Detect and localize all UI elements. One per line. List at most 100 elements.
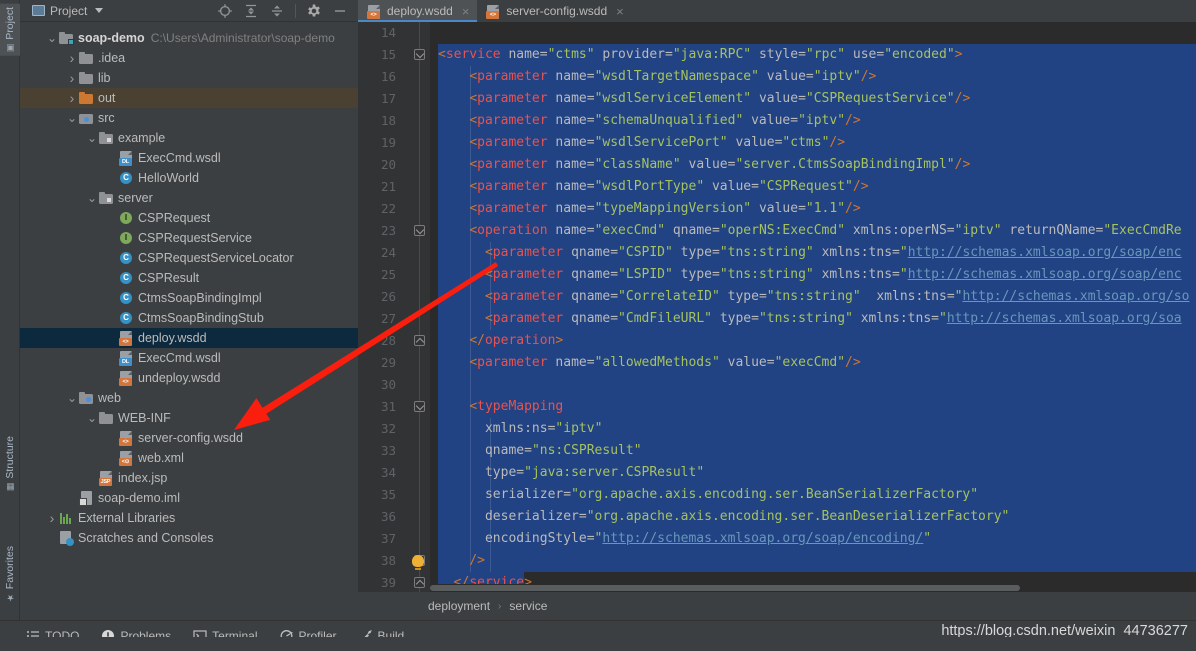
close-icon[interactable]: × — [462, 5, 470, 18]
package-dot — [107, 198, 111, 202]
tree-item-helloworld[interactable]: CHelloWorld — [20, 168, 358, 188]
tree-item-ctmssoapbindingimpl[interactable]: CCtmsSoapBindingImpl — [20, 288, 358, 308]
tree-item-web-xml[interactable]: <⊙web.xml — [20, 448, 358, 468]
scratches-icon — [58, 530, 74, 546]
tree-item-soap-demo[interactable]: ⌄soap-demoC:\Users\Administrator\soap-de… — [20, 28, 358, 48]
chevron-down-icon[interactable]: ⌄ — [86, 414, 98, 422]
class-icon: C — [118, 250, 134, 266]
tree-item-out[interactable]: › out — [20, 88, 358, 108]
editor-tab-deploy-wsdd[interactable]: <>deploy.wsdd× — [358, 0, 477, 22]
code-content[interactable]: <service name="ctms" provider="java:RPC"… — [430, 22, 1196, 592]
line-number: 25 — [362, 267, 396, 282]
tree-item-server-config-wsdd[interactable]: <>server-config.wsdd — [20, 428, 358, 448]
scrollbar-thumb[interactable] — [430, 585, 1020, 591]
code-line: <typeMapping — [438, 396, 563, 418]
tree-item-deploy-wsdd[interactable]: <>deploy.wsdd — [20, 328, 358, 348]
toolbar-divider — [295, 4, 296, 18]
folder-icon — [98, 410, 114, 426]
tree-item-execcmd-wsdl[interactable]: DLExecCmd.wsdl — [20, 348, 358, 368]
project-tool-window: Project — [20, 0, 358, 620]
tree-item-csprequestservice[interactable]: ICSPRequestService — [20, 228, 358, 248]
tree-item-web[interactable]: ⌄web — [20, 388, 358, 408]
editor-area: <>deploy.wsdd×<>server-config.wsdd× 1415… — [358, 0, 1196, 620]
breadcrumb[interactable]: deployment›service — [358, 592, 1196, 620]
line-number: 39 — [362, 575, 396, 590]
chevron-down-icon[interactable]: ⌄ — [86, 194, 98, 202]
editor-tab-label: server-config.wsdd — [506, 4, 607, 18]
fold-toggle-dn[interactable] — [414, 401, 425, 412]
tree-item-index-jsp[interactable]: JSPindex.jsp — [20, 468, 358, 488]
tree-item-idea[interactable]: ›.idea — [20, 48, 358, 68]
editor-tab-server-config-wsdd[interactable]: <>server-config.wsdd× — [477, 0, 631, 22]
sidebar-tab-structure[interactable]: ▦ Structure — [0, 433, 20, 495]
code-line: <service name="ctms" provider="java:RPC"… — [438, 44, 962, 66]
tree-item-csprequestservicelocator[interactable]: CCSPRequestServiceLocator — [20, 248, 358, 268]
sidebar-tab-favorites[interactable]: ★ Favorites — [0, 543, 20, 605]
line-number: 31 — [362, 399, 396, 414]
fold-toggle-up[interactable] — [414, 577, 425, 588]
gear-icon[interactable] — [306, 3, 322, 19]
chevron-right-icon[interactable]: › — [46, 510, 58, 526]
tree-item-lib[interactable]: ›lib — [20, 68, 358, 88]
expand-all-icon[interactable] — [243, 3, 259, 19]
tree-item-server[interactable]: ⌄server — [20, 188, 358, 208]
code-line: deserializer="org.apache.axis.encoding.s… — [438, 506, 1009, 528]
chevron-down-icon[interactable]: ⌄ — [46, 34, 58, 42]
project-icon: ▣ — [6, 43, 15, 53]
project-panel-title[interactable]: Project — [24, 4, 103, 18]
chevron-down-icon[interactable]: ⌄ — [66, 394, 78, 402]
tree-item-web-inf[interactable]: ⌄WEB-INF — [20, 408, 358, 428]
chevron-right-icon[interactable]: › — [66, 50, 78, 66]
class-icon: C — [120, 172, 132, 184]
tree-item-label: out — [98, 91, 115, 105]
project-toolbar: Project — [20, 0, 358, 22]
collapse-all-icon[interactable] — [269, 3, 285, 19]
module-badge — [68, 39, 74, 45]
locate-icon[interactable] — [217, 3, 233, 19]
tree-item-example[interactable]: ⌄example — [20, 128, 358, 148]
line-number: 37 — [362, 531, 396, 546]
line-number: 34 — [362, 465, 396, 480]
tree-item-external-libraries[interactable]: ›External Libraries — [20, 508, 358, 528]
external-libraries-icon — [60, 513, 72, 524]
close-icon[interactable]: × — [616, 5, 624, 18]
line-number: 23 — [362, 223, 396, 238]
tree-item-src[interactable]: ⌄src — [20, 108, 358, 128]
chevron-down-icon[interactable]: ⌄ — [86, 134, 98, 142]
tree-item-label: soap-demo.iml — [98, 491, 180, 505]
left-tool-strip: ▣ Project ▦ Structure ★ Favorites — [0, 0, 20, 625]
intention-bulb-icon[interactable] — [412, 555, 424, 567]
chevron-right-icon[interactable]: › — [66, 70, 78, 86]
interface-icon: I — [118, 210, 134, 226]
wsdd-file-icon: <> — [366, 4, 381, 19]
line-number: 20 — [362, 157, 396, 172]
fold-toggle-dn[interactable] — [414, 49, 425, 60]
wsdd-file-icon: <> — [118, 430, 134, 446]
sidebar-tab-project[interactable]: ▣ Project — [0, 4, 20, 56]
tree-item-soap-demo-iml[interactable]: soap-demo.iml — [20, 488, 358, 508]
chevron-right-icon[interactable]: › — [66, 90, 78, 106]
xml-tag: <⊙ — [119, 458, 132, 466]
line-number: 21 — [362, 179, 396, 194]
tree-item-label: ExecCmd.wsdl — [138, 151, 221, 165]
tree-item-cspresult[interactable]: CCSPResult — [20, 268, 358, 288]
code-line: <parameter name="typeMappingVersion" val… — [438, 198, 861, 220]
tree-item-scratches-and-consoles[interactable]: Scratches and Consoles — [20, 528, 358, 548]
chevron-down-icon[interactable] — [95, 8, 103, 13]
code-editor[interactable]: 1415161718192021222324252627282930313233… — [358, 22, 1196, 592]
tree-item-execcmd-wsdl[interactable]: DLExecCmd.wsdl — [20, 148, 358, 168]
chevron-down-icon[interactable]: ⌄ — [66, 114, 78, 122]
editor-gutter[interactable]: 1415161718192021222324252627282930313233… — [358, 22, 430, 592]
fold-toggle-dn[interactable] — [414, 225, 425, 236]
tree-item-csprequest[interactable]: ICSPRequest — [20, 208, 358, 228]
tree-item-ctmssoapbindingstub[interactable]: CCtmsSoapBindingStub — [20, 308, 358, 328]
project-tree[interactable]: ⌄soap-demoC:\Users\Administrator\soap-de… — [20, 22, 358, 620]
line-number: 36 — [362, 509, 396, 524]
hide-icon[interactable] — [332, 3, 348, 19]
breadcrumb-item-service[interactable]: service — [509, 599, 547, 613]
horizontal-scrollbar[interactable] — [430, 584, 1196, 592]
tree-item-path: C:\Users\Administrator\soap-demo — [151, 31, 335, 45]
tree-item-undeploy-wsdd[interactable]: <>undeploy.wsdd — [20, 368, 358, 388]
fold-toggle-up[interactable] — [414, 335, 425, 346]
breadcrumb-item-deployment[interactable]: deployment — [428, 599, 490, 613]
